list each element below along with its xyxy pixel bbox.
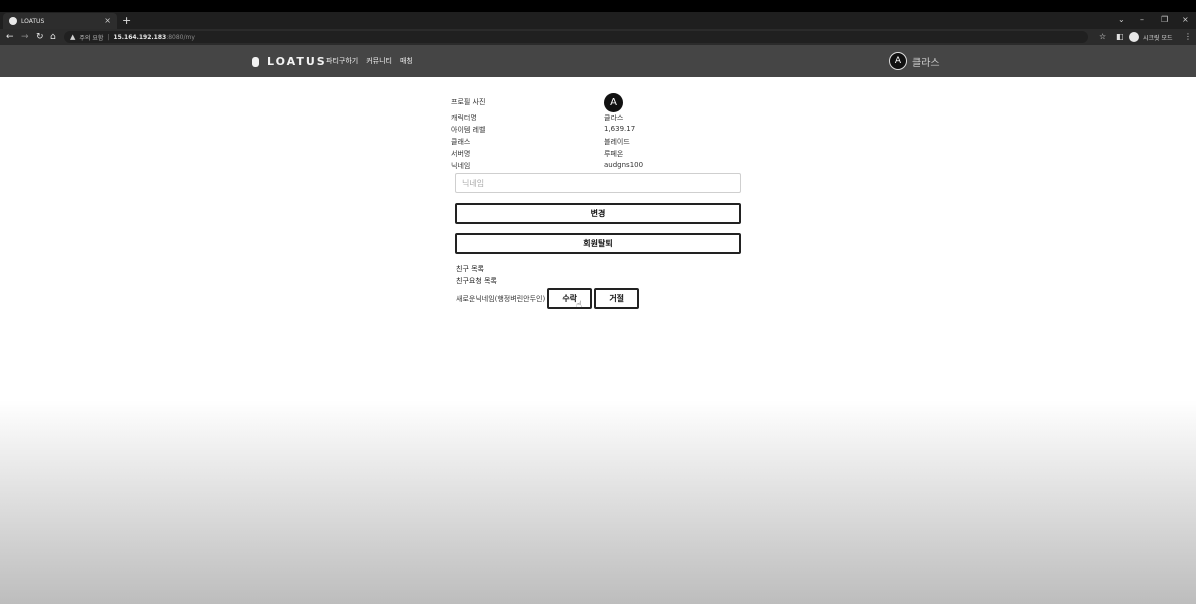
globe-icon — [9, 17, 17, 25]
header-user-name: 클라스 — [912, 57, 940, 69]
url-path: :8080/my — [166, 33, 195, 41]
accept-button[interactable]: 수락 — [547, 288, 593, 309]
back-icon[interactable]: ← — [6, 30, 14, 44]
url-field[interactable]: ▲ 주의 요함 | 15.164.192.183 :8080/my — [64, 31, 1088, 43]
profile-photo-label: 프로필 사진 — [451, 98, 486, 106]
nickname-value: audgns100 — [604, 161, 644, 169]
kebab-menu-icon[interactable]: ⋮ — [1184, 31, 1192, 43]
reject-button[interactable]: 거절 — [594, 288, 640, 309]
server-value: 루페온 — [604, 150, 624, 158]
tab-close-icon[interactable]: × — [104, 17, 111, 25]
main-nav: 파티구하기 커뮤니티 매칭 — [326, 56, 413, 66]
site-header: LOATUS 파티구하기 커뮤니티 매칭 A 클라스 — [0, 45, 1196, 77]
withdraw-button[interactable]: 회원탈퇴 — [455, 233, 741, 254]
reload-icon[interactable]: ↻ — [36, 30, 44, 44]
browser-tab-bar: LOATUS × + ⌄ – ❐ × — [0, 12, 1196, 29]
bookmark-star-icon[interactable]: ☆ — [1099, 31, 1106, 43]
change-nickname-button[interactable]: 변경 — [455, 203, 741, 224]
incognito-chip[interactable]: 시크릿 모드 — [1129, 32, 1173, 42]
incognito-label: 시크릿 모드 — [1143, 34, 1173, 42]
nav-matching[interactable]: 매칭 — [400, 56, 413, 66]
friend-requests-label: 친구요청 목록 — [456, 277, 497, 285]
restore-icon[interactable]: ❐ — [1161, 14, 1168, 26]
mouse-cursor-icon: ☝ — [576, 300, 583, 311]
close-window-icon[interactable]: × — [1182, 14, 1189, 26]
browser-tab[interactable]: LOATUS × — [3, 13, 117, 29]
header-user[interactable]: A 클라스 — [889, 52, 940, 70]
nav-community[interactable]: 커뮤니티 — [366, 56, 392, 66]
url-separator: | — [107, 33, 110, 41]
url-host: 15.164.192.183 — [113, 33, 167, 41]
nickname-input[interactable] — [455, 173, 741, 193]
item-level-value: 1,639.17 — [604, 125, 636, 133]
profile-avatar: A — [604, 93, 623, 112]
browser-address-bar: ← → ↻ ⌂ ▲ 주의 요함 | 15.164.192.183 :8080/m… — [0, 29, 1196, 45]
logo-mark-icon — [252, 56, 259, 67]
logo-text: LOATUS — [267, 55, 327, 68]
friend-request-row: 새로운닉네임(행정벼린안두인) 수락 거절 — [456, 288, 640, 309]
server-label: 서버명 — [451, 150, 471, 158]
class-label: 클래스 — [451, 138, 471, 146]
item-level-label: 아이템 레벨 — [451, 126, 486, 134]
nickname-label: 닉네임 — [451, 162, 471, 170]
site-logo[interactable]: LOATUS — [252, 55, 327, 68]
minimize-icon[interactable]: – — [1140, 14, 1144, 26]
forward-icon[interactable]: → — [21, 30, 29, 44]
incognito-icon — [1129, 32, 1139, 42]
side-panel-icon[interactable]: ◧ — [1116, 31, 1124, 43]
class-value: 블레이드 — [604, 138, 630, 146]
url-warning-text: 주의 요함 — [79, 34, 104, 42]
character-name-value: 클라스 — [604, 114, 624, 122]
request-nickname: 새로운닉네임(행정벼린안두인) — [456, 294, 546, 303]
character-name-label: 캐릭터명 — [451, 114, 477, 122]
tab-title: LOATUS — [21, 17, 45, 25]
tab-search-icon[interactable]: ⌄ — [1118, 14, 1125, 26]
home-icon[interactable]: ⌂ — [50, 30, 56, 44]
friends-list-label: 친구 목록 — [456, 265, 484, 273]
top-strip — [0, 0, 1196, 12]
new-tab-button[interactable]: + — [122, 14, 131, 27]
warning-icon: ▲ — [70, 33, 76, 41]
header-avatar: A — [889, 52, 907, 70]
nav-party-search[interactable]: 파티구하기 — [326, 56, 358, 66]
